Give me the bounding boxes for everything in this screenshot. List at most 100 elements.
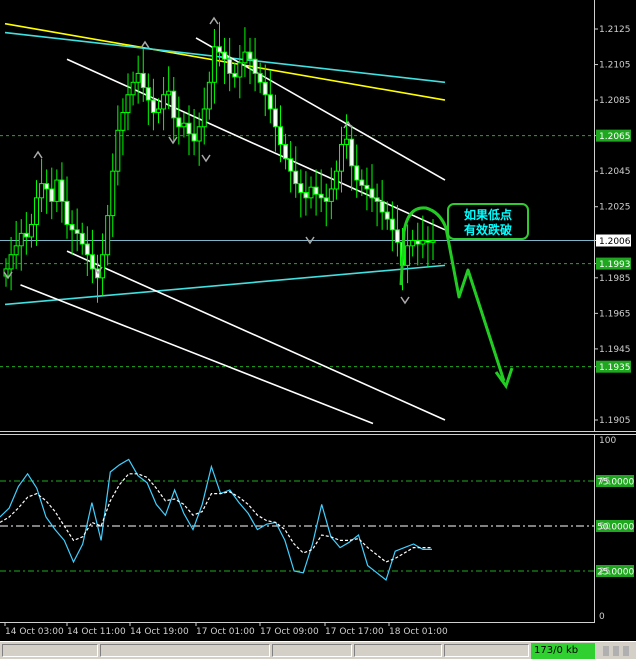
candle-body xyxy=(64,200,70,226)
osc-tick-label: 50 xyxy=(599,522,611,532)
candle-body xyxy=(359,179,365,186)
candle-body xyxy=(364,184,370,190)
candle-body xyxy=(176,117,182,128)
candle-body xyxy=(59,179,65,202)
candle-body xyxy=(272,108,278,128)
price-tick-label: 1.1965 xyxy=(599,309,631,319)
candle-body xyxy=(267,94,273,110)
horizontal-level-low-label: 1.1935 xyxy=(599,363,631,373)
candle-body xyxy=(242,51,248,64)
price-tick-label: 1.2085 xyxy=(599,96,631,106)
annotation-box: 如果低点 有效跌破 xyxy=(447,203,529,240)
osc-tick-label: 0 xyxy=(599,612,605,622)
candle-body xyxy=(79,232,85,245)
candle-body xyxy=(201,108,207,128)
candle-body xyxy=(344,138,350,146)
candle-body xyxy=(222,51,228,60)
candle-body xyxy=(283,144,289,160)
candle-body xyxy=(293,170,299,185)
candle-body xyxy=(430,239,436,243)
candle-body xyxy=(156,108,161,114)
candle-body xyxy=(288,158,294,172)
price-tick-label: 1.2125 xyxy=(599,25,631,35)
horizontal-level-mid-label: 1.1993 xyxy=(599,260,631,270)
candle-body xyxy=(8,254,14,270)
status-cell xyxy=(100,644,270,657)
candle-body xyxy=(308,186,314,199)
candle-body xyxy=(181,122,187,128)
candle-body xyxy=(39,183,45,199)
candle-body xyxy=(349,138,355,167)
status-bar: 173/0 kb xyxy=(0,641,636,659)
candle-body xyxy=(232,72,238,78)
annotation-line-1: 如果低点 xyxy=(464,207,512,222)
candle-body xyxy=(252,58,258,74)
candle-body xyxy=(425,239,431,243)
candle-body xyxy=(49,188,55,202)
candle-body xyxy=(328,188,334,202)
candle-body xyxy=(191,133,197,142)
time-tick-label: 17 Oct 01:00 xyxy=(196,627,255,637)
candle-body xyxy=(333,170,339,190)
candle-body xyxy=(186,122,192,135)
candle-body xyxy=(420,239,426,245)
candle-body xyxy=(34,197,39,226)
candle-body xyxy=(130,81,136,96)
time-tick-label: 14 Oct 03:00 xyxy=(5,627,64,637)
status-cell xyxy=(444,644,529,657)
time-tick-label: 14 Oct 19:00 xyxy=(130,627,189,637)
candle-body xyxy=(105,215,111,256)
candle-body xyxy=(394,229,400,243)
candle-body xyxy=(323,197,329,202)
candle-body xyxy=(278,126,283,146)
candle-body xyxy=(369,188,375,199)
candle-body xyxy=(100,254,106,279)
candle-body xyxy=(237,62,243,78)
price-tick-label: 1.1945 xyxy=(599,345,631,355)
candle-body xyxy=(166,90,172,96)
candle-body xyxy=(140,72,146,89)
candle-body xyxy=(313,186,319,195)
candle-body xyxy=(69,224,75,231)
horizontal-level-top-label: 1.2065 xyxy=(599,132,631,142)
candle-body xyxy=(120,112,126,131)
price-tick-label: 1.2105 xyxy=(599,61,631,71)
candle-body xyxy=(89,254,95,270)
candle-body xyxy=(389,218,395,231)
candle-body xyxy=(115,129,121,172)
traffic-indicator: 173/0 kb xyxy=(531,643,595,659)
status-cell xyxy=(2,644,98,657)
candle-body xyxy=(211,46,217,83)
osc-tick-label: 75 xyxy=(599,477,610,487)
candle-body xyxy=(262,81,268,96)
candle-body xyxy=(150,99,156,114)
status-cell xyxy=(354,644,442,657)
candle-body xyxy=(217,46,222,53)
current-price-label: 1.2006 xyxy=(599,237,631,247)
status-cell xyxy=(272,644,352,657)
candle-body xyxy=(74,229,80,234)
osc-tick-label: 25 xyxy=(599,567,610,577)
candle-body xyxy=(28,224,34,238)
candle-body xyxy=(318,193,324,199)
resize-grip[interactable] xyxy=(597,643,635,659)
candle-body xyxy=(125,94,131,114)
time-tick-label: 18 Oct 01:00 xyxy=(389,627,448,637)
candle-body xyxy=(110,170,116,217)
candle-body xyxy=(247,51,253,60)
candle-body xyxy=(206,81,212,110)
candle-body xyxy=(196,126,202,142)
annotation-line-2: 有效跌破 xyxy=(464,222,512,237)
candle-body xyxy=(354,165,360,181)
price-tick-label: 1.1985 xyxy=(599,274,631,284)
candle-body xyxy=(18,232,24,247)
candle-body xyxy=(171,90,177,119)
candle-body xyxy=(23,232,29,238)
candle-body xyxy=(257,72,263,83)
candle-body xyxy=(54,179,60,202)
candle-body xyxy=(339,144,344,172)
candle-body xyxy=(227,58,233,74)
candle-body xyxy=(44,183,50,190)
price-tick-label: 1.1905 xyxy=(599,416,631,426)
candle-body xyxy=(405,245,411,266)
